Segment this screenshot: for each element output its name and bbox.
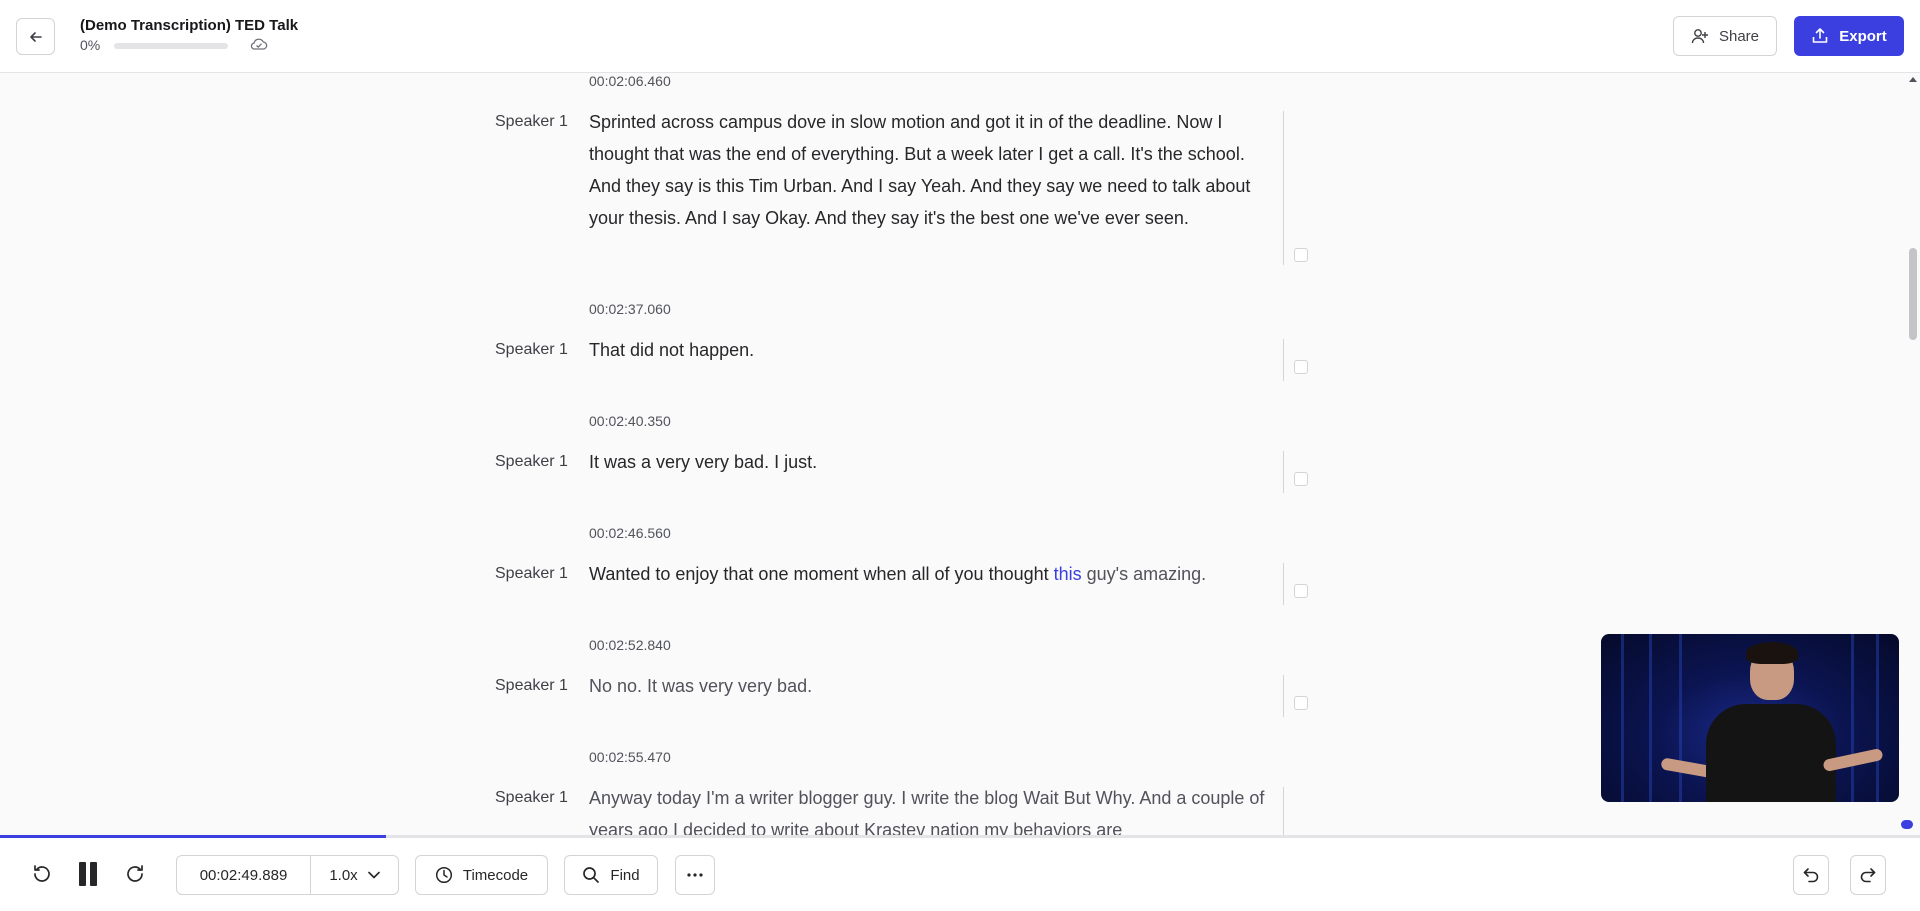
speaker-hair [1746,642,1798,664]
timecode-label: Timecode [462,866,529,884]
top-header: (Demo Transcription) TED Talk 0% Share E… [0,0,1920,73]
rewind-button[interactable] [28,860,56,888]
share-label: Share [1718,27,1760,45]
segment-checkbox[interactable] [1294,696,1308,710]
speaker-label[interactable]: Speaker 1 [495,565,568,583]
segment-divider [1283,675,1284,717]
video-preview[interactable] [1601,634,1899,802]
cloud-check-icon [250,38,268,50]
speaker-label[interactable]: Speaker 1 [495,453,568,471]
current-word: this [1053,564,1082,584]
player-controls: 00:02:49.889 1.0x Timecode Find [0,838,1920,911]
segment-checkbox[interactable] [1294,248,1308,262]
redo-icon [1860,868,1876,883]
segment-text[interactable]: It was a very very bad. I just. [589,446,1269,478]
segment-timestamp[interactable]: 00:02:06.460 [589,73,671,89]
segment-divider [1283,451,1284,493]
export-label: Export [1839,27,1887,45]
forward-button[interactable] [121,860,149,888]
search-icon [583,867,600,883]
back-button[interactable] [16,18,55,55]
scrollbar-thumb[interactable] [1909,248,1917,340]
spoken-words: Wanted to enjoy that one moment when all… [589,564,1054,584]
segment-text[interactable]: That did not happen. [589,334,1269,366]
segment-divider [1283,111,1284,265]
undo-icon [1803,868,1819,883]
segment-divider [1283,339,1284,381]
arrow-left-icon [29,31,42,42]
document-progress-bar [114,43,228,49]
speaker-figure [1706,704,1836,802]
speaker-label[interactable]: Speaker 1 [495,113,568,131]
segment-checkbox[interactable] [1294,360,1308,374]
chevron-down-icon [367,871,380,879]
segment-timestamp[interactable]: 00:02:40.350 [589,413,671,429]
segment-divider [1283,787,1284,838]
segment-text[interactable]: Anyway today I'm a writer blogger guy. I… [589,782,1269,838]
pause-icon [79,862,86,886]
segment-text[interactable]: No no. It was very very bad. [589,670,1269,702]
current-time-input[interactable]: 00:02:49.889 [177,856,311,894]
more-horizontal-icon [687,873,703,877]
clock-icon [435,866,452,884]
find-label: Find [610,866,640,884]
segment-text[interactable]: Wanted to enjoy that one moment when all… [589,558,1269,590]
undo-button[interactable] [1793,855,1829,895]
find-button[interactable]: Find [564,855,658,895]
document-title[interactable]: (Demo Transcription) TED Talk [80,17,298,34]
pause-button[interactable] [74,860,102,888]
more-options-button[interactable] [675,855,715,895]
upload-icon [1812,28,1828,43]
share-button[interactable]: Share [1673,16,1777,56]
segment-checkbox[interactable] [1294,472,1308,486]
segment-divider [1283,563,1284,605]
timecode-button[interactable]: Timecode [415,855,548,895]
rotate-ccw-icon [34,865,50,882]
user-plus-icon [1691,29,1708,44]
time-speed-group: 00:02:49.889 1.0x [176,855,399,895]
speaker-label[interactable]: Speaker 1 [495,677,568,695]
segment-text[interactable]: Sprinted across campus dove in slow moti… [589,106,1269,234]
export-button[interactable]: Export [1794,16,1904,56]
progress-percent: 0% [80,37,101,53]
speaker-label[interactable]: Speaker 1 [495,341,568,359]
speed-value: 1.0x [329,866,358,884]
rotate-cw-icon [127,865,143,882]
scroll-up-arrow-icon[interactable] [1909,77,1917,82]
timeline-marker[interactable] [1901,820,1913,829]
vertical-scrollbar[interactable] [1906,73,1920,838]
segment-timestamp[interactable]: 00:02:52.840 [589,637,671,653]
redo-button[interactable] [1850,855,1886,895]
segment-timestamp[interactable]: 00:02:55.470 [589,749,671,765]
playback-speed-select[interactable]: 1.0x [311,856,398,894]
upcoming-words: guy's amazing. [1081,564,1207,584]
segment-checkbox[interactable] [1294,584,1308,598]
speaker-label[interactable]: Speaker 1 [495,789,568,807]
segment-timestamp[interactable]: 00:02:46.560 [589,525,671,541]
segment-timestamp[interactable]: 00:02:37.060 [589,301,671,317]
